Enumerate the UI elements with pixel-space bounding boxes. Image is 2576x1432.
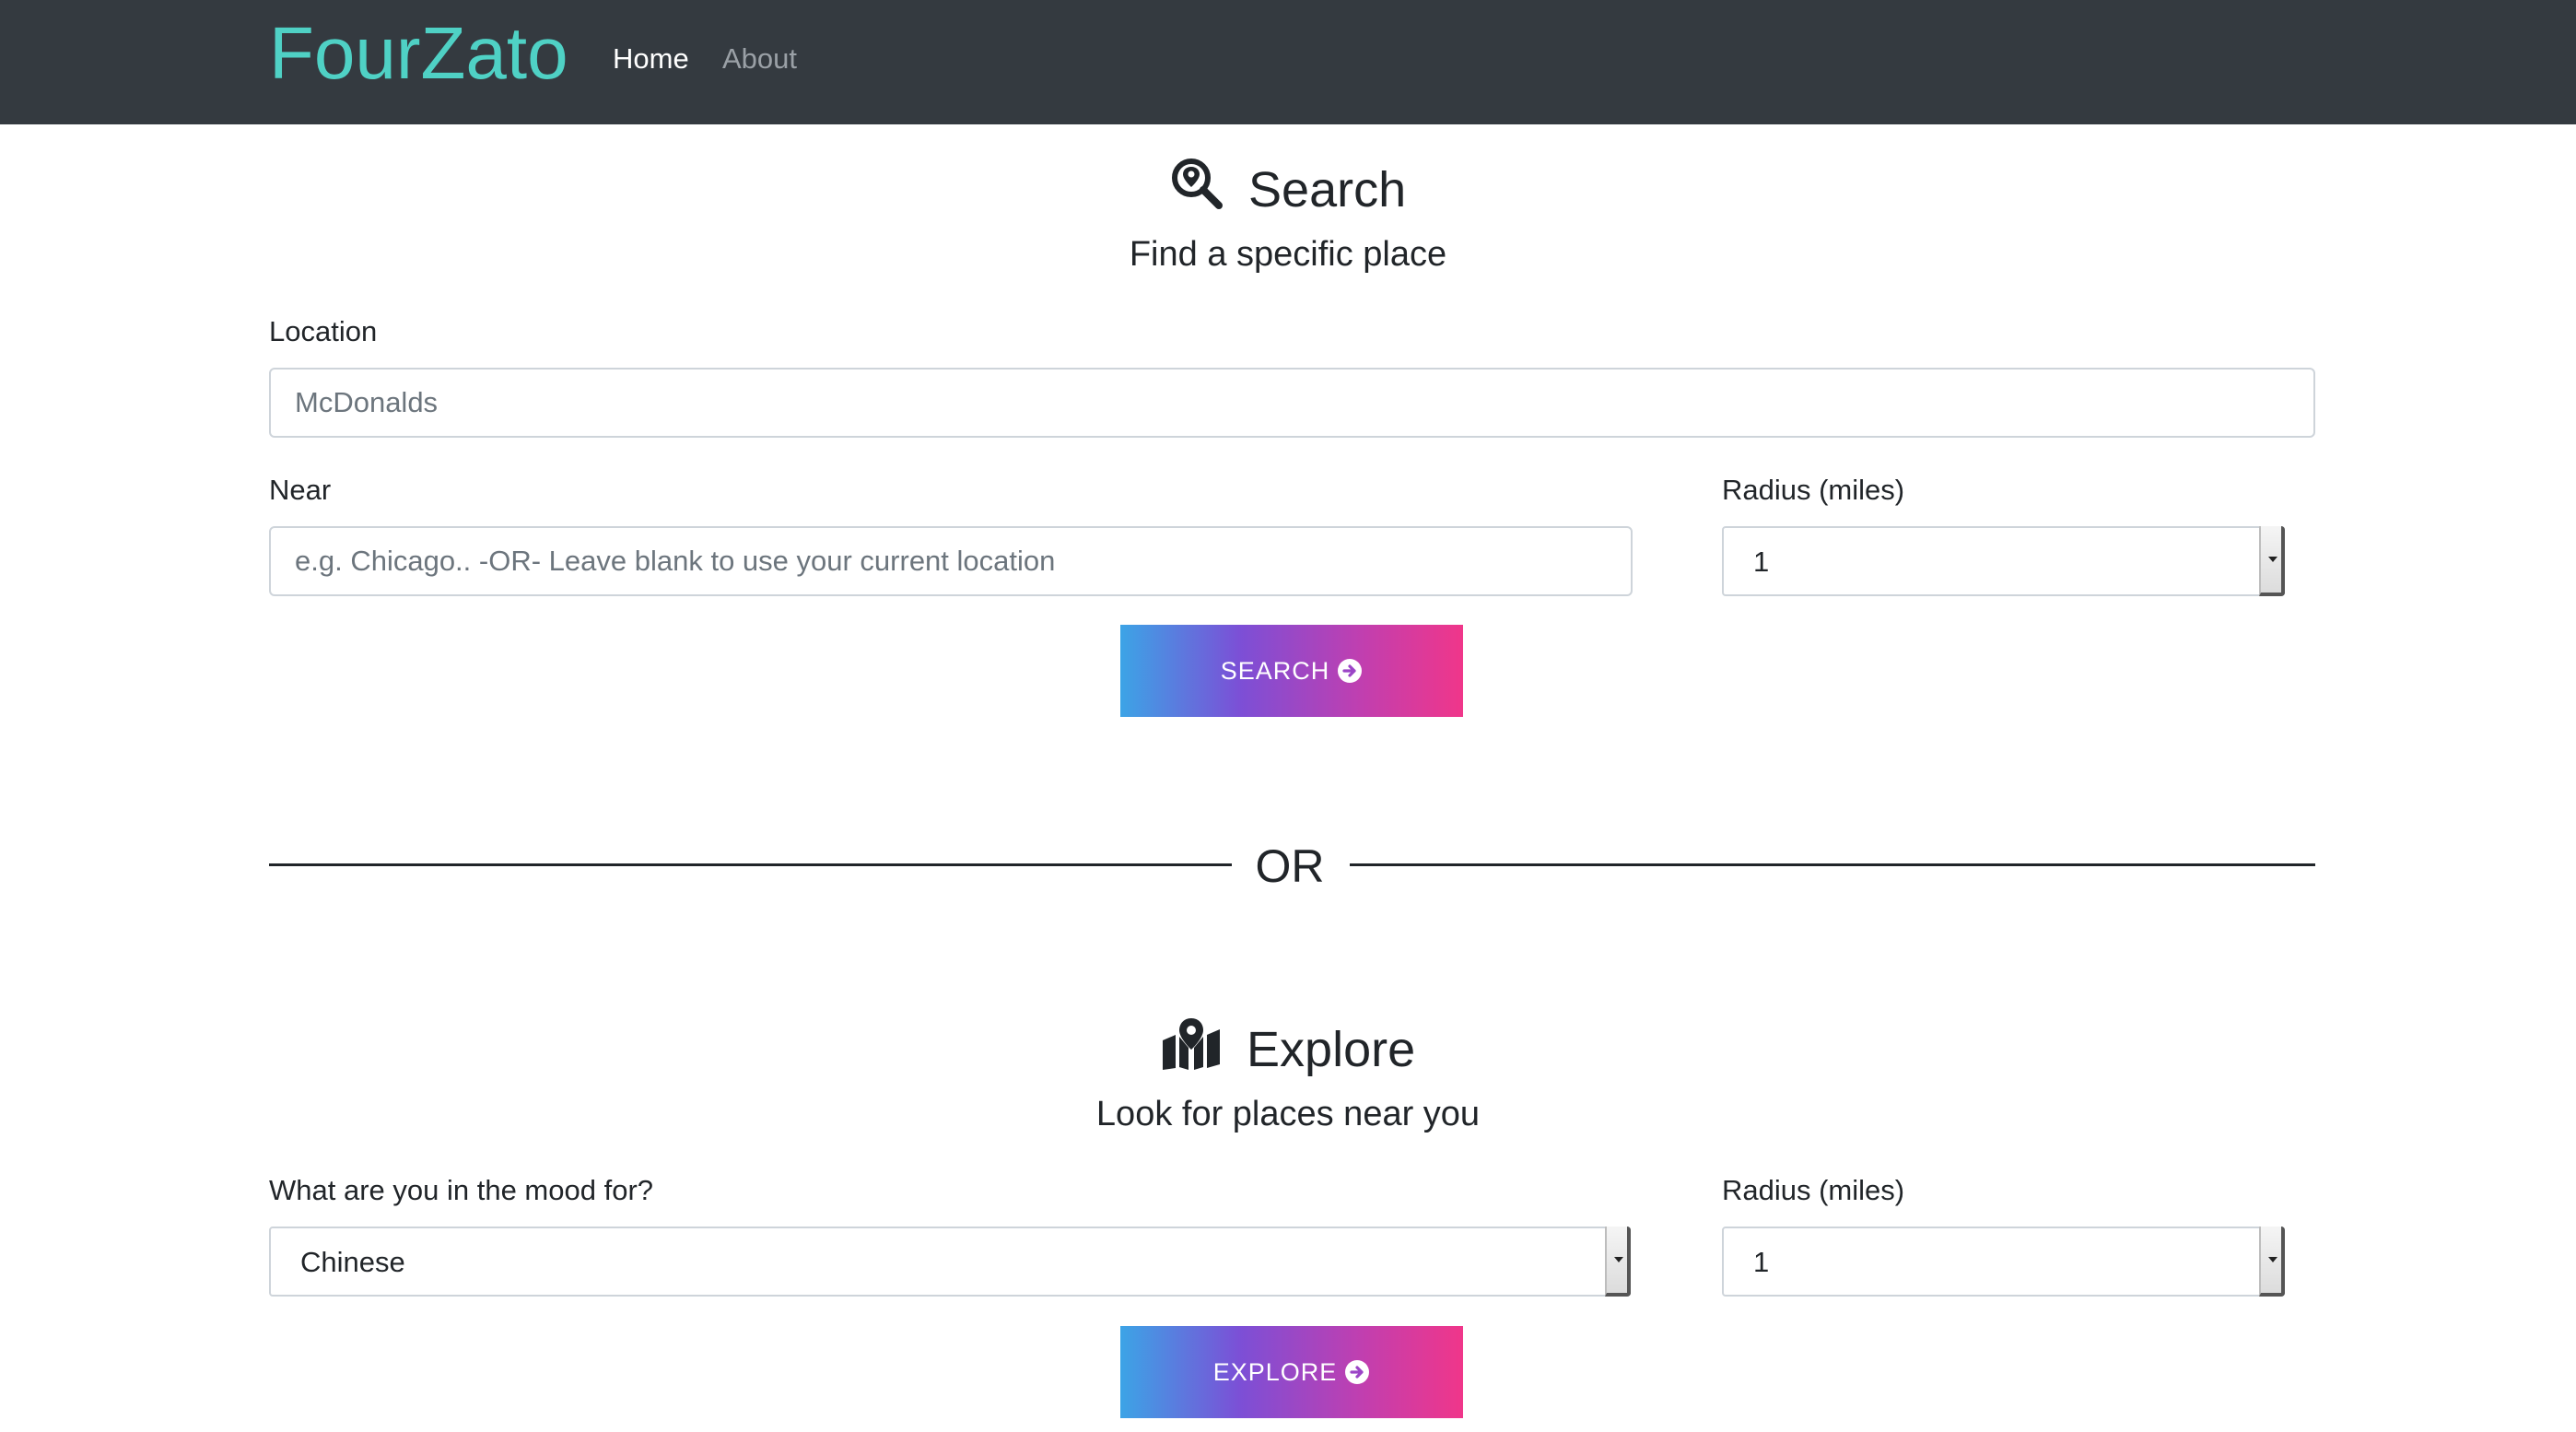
nav-link-home[interactable]: Home	[613, 41, 689, 77]
mood-label: What are you in the mood for?	[269, 1174, 654, 1206]
explore-radius-label: Radius (miles)	[1722, 1174, 1905, 1206]
divider-line-right	[1350, 863, 2315, 866]
search-subtitle: Find a specific place	[1129, 235, 1447, 274]
explore-radius-select[interactable]: 1	[1722, 1227, 2285, 1297]
near-label: Near	[269, 474, 332, 506]
navbar: FourZato Home About	[0, 0, 2576, 124]
search-location-icon	[1170, 157, 1224, 223]
location-input[interactable]	[269, 368, 2315, 438]
mood-value: Chinese	[300, 1246, 405, 1278]
search-button[interactable]: SEARCH	[1120, 625, 1463, 717]
nav-link-about[interactable]: About	[722, 41, 797, 77]
explore-button-label: EXPLORE	[1212, 1357, 1338, 1386]
explore-title: Explore	[1247, 1022, 1416, 1077]
search-radius-label: Radius (miles)	[1722, 474, 1905, 506]
chevron-down-icon[interactable]	[1605, 1227, 1631, 1297]
brand-logo[interactable]: FourZato	[269, 9, 568, 98]
search-radius-select[interactable]: 1	[1722, 526, 2285, 596]
explore-button[interactable]: EXPLORE	[1120, 1326, 1463, 1418]
search-button-label: SEARCH	[1220, 656, 1330, 685]
or-divider-label: OR	[1255, 840, 1325, 892]
explore-subtitle: Look for places near you	[1095, 1095, 1481, 1133]
chevron-down-icon[interactable]	[2259, 526, 2285, 596]
near-input[interactable]	[269, 526, 1633, 596]
map-marked-icon	[1161, 1016, 1222, 1083]
search-radius-value: 1	[1753, 546, 1770, 578]
explore-heading: Explore	[0, 1016, 2576, 1083]
arrow-circle-right-icon	[1344, 1359, 1370, 1385]
divider-line-left	[269, 863, 1232, 866]
location-label: Location	[269, 315, 378, 347]
search-heading: Search	[0, 157, 2576, 223]
chevron-down-icon[interactable]	[2259, 1227, 2285, 1297]
mood-select[interactable]: Chinese	[269, 1227, 1631, 1297]
arrow-circle-right-icon	[1337, 658, 1363, 684]
search-title: Search	[1248, 162, 1407, 217]
explore-radius-value: 1	[1753, 1246, 1770, 1278]
